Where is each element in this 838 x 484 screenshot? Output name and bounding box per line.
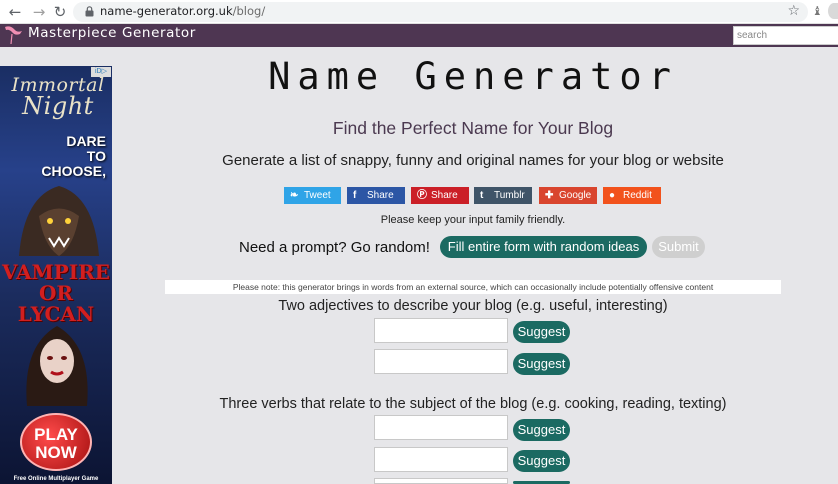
ad-footer: Free Online Multiplayer Game	[13, 476, 99, 482]
tumblr-icon: t	[480, 190, 484, 201]
vampire-woman-illustration-icon	[26, 326, 88, 406]
forward-arrow-icon[interactable]: →	[30, 3, 48, 21]
flamingo-logo-icon[interactable]	[2, 25, 24, 45]
profile-avatar[interactable]	[828, 3, 838, 19]
adjectives-question-label: Two adjectives to describe your blog (e.…	[278, 298, 668, 314]
verb-input-2[interactable]	[374, 447, 508, 472]
extension-icon[interactable]: ♝	[812, 4, 823, 18]
page-title: Name Generator	[268, 55, 678, 98]
share-label: Tumblr	[494, 190, 525, 201]
share-button-google[interactable]: ✚ Google	[539, 187, 597, 204]
random-prompt-text: Need a prompt? Go random!	[239, 239, 430, 256]
ad-play-now-button[interactable]: PLAY NOW	[20, 413, 92, 471]
share-button-facebook[interactable]: f Share	[347, 187, 405, 204]
bookmark-star-icon[interactable]: ☆	[787, 3, 800, 19]
reddit-icon: ●	[609, 190, 616, 201]
adjective-input-1[interactable]	[374, 318, 508, 343]
share-label: Share	[367, 190, 394, 201]
verbs-question-label: Three verbs that relate to the subject o…	[219, 396, 727, 412]
ad-choose: CHOOSE,	[41, 163, 106, 179]
site-header: Masterpiece Generator search	[0, 24, 838, 47]
browser-toolbar: ← → ↻ name-generator.org.uk/blog/ ☆ ♝	[0, 0, 838, 24]
verb-input-3[interactable]	[374, 478, 508, 484]
lock-icon	[85, 6, 94, 17]
site-name[interactable]: Masterpiece Generator	[28, 25, 196, 41]
suggest-button-verb-1[interactable]: Suggest	[513, 419, 570, 441]
verb-input-1[interactable]	[374, 415, 508, 440]
suggest-button-verb-2[interactable]: Suggest	[513, 450, 570, 472]
ad-title-line2: Night	[22, 92, 94, 120]
ad-to: TO	[86, 148, 106, 164]
twitter-icon: ❧	[290, 190, 299, 201]
share-button-pinterest[interactable]: Ⓟ Share	[411, 187, 469, 204]
page-description: Generate a list of snappy, funny and ori…	[222, 152, 724, 169]
suggest-button-adjective-1[interactable]: Suggest	[513, 321, 570, 343]
share-label: Tweet	[304, 190, 331, 201]
ad-tagline: DARE TO CHOOSE,	[41, 134, 106, 179]
share-button-reddit[interactable]: ● Reddit	[603, 187, 661, 204]
reload-icon[interactable]: ↻	[51, 3, 69, 21]
ad-play: PLAY	[34, 425, 78, 444]
url-text[interactable]: name-generator.org.uk/blog/	[100, 4, 265, 18]
adjective-input-2[interactable]	[374, 349, 508, 374]
submit-button[interactable]: Submit	[652, 236, 705, 258]
url-domain: name-generator.org.uk	[100, 4, 233, 18]
share-button-twitter[interactable]: ❧ Tweet	[284, 187, 341, 204]
pinterest-icon: Ⓟ	[417, 190, 427, 201]
ad-or-lycan: OR LYCAN	[17, 281, 95, 326]
google-plus-icon: ✚	[545, 190, 554, 201]
ad-now: NOW	[35, 443, 77, 462]
share-button-tumblr[interactable]: t Tumblr	[474, 187, 532, 204]
share-label: Share	[431, 190, 458, 201]
share-label: Reddit	[623, 190, 652, 201]
offensive-content-note: Please note: this generator brings in wo…	[165, 280, 781, 294]
ad-game-title: Immortal Night	[6, 76, 110, 120]
ad-dare: DARE	[66, 133, 106, 149]
ad-vampire: VAMPIRE	[2, 260, 110, 284]
random-fill-button[interactable]: Fill entire form with random ideas	[440, 236, 647, 258]
ad-vampire-or-lycan: VAMPIRE OR LYCAN	[2, 262, 110, 325]
advertisement-banner[interactable]: iD▷ Immortal Night DARE TO CHOOSE, VAMPI…	[0, 66, 112, 484]
url-path: /blog/	[232, 4, 266, 18]
share-label: Google	[559, 190, 592, 201]
werewolf-illustration-icon	[19, 186, 99, 256]
facebook-icon: f	[353, 190, 357, 201]
back-arrow-icon[interactable]: ←	[6, 3, 24, 21]
suggest-button-adjective-2[interactable]: Suggest	[513, 353, 570, 375]
family-friendly-note: Please keep your input family friendly.	[380, 214, 566, 226]
page-subtitle: Find the Perfect Name for Your Blog	[332, 118, 614, 138]
address-bar[interactable]: name-generator.org.uk/blog/ ☆	[73, 2, 808, 22]
search-input[interactable]: search	[733, 26, 838, 45]
